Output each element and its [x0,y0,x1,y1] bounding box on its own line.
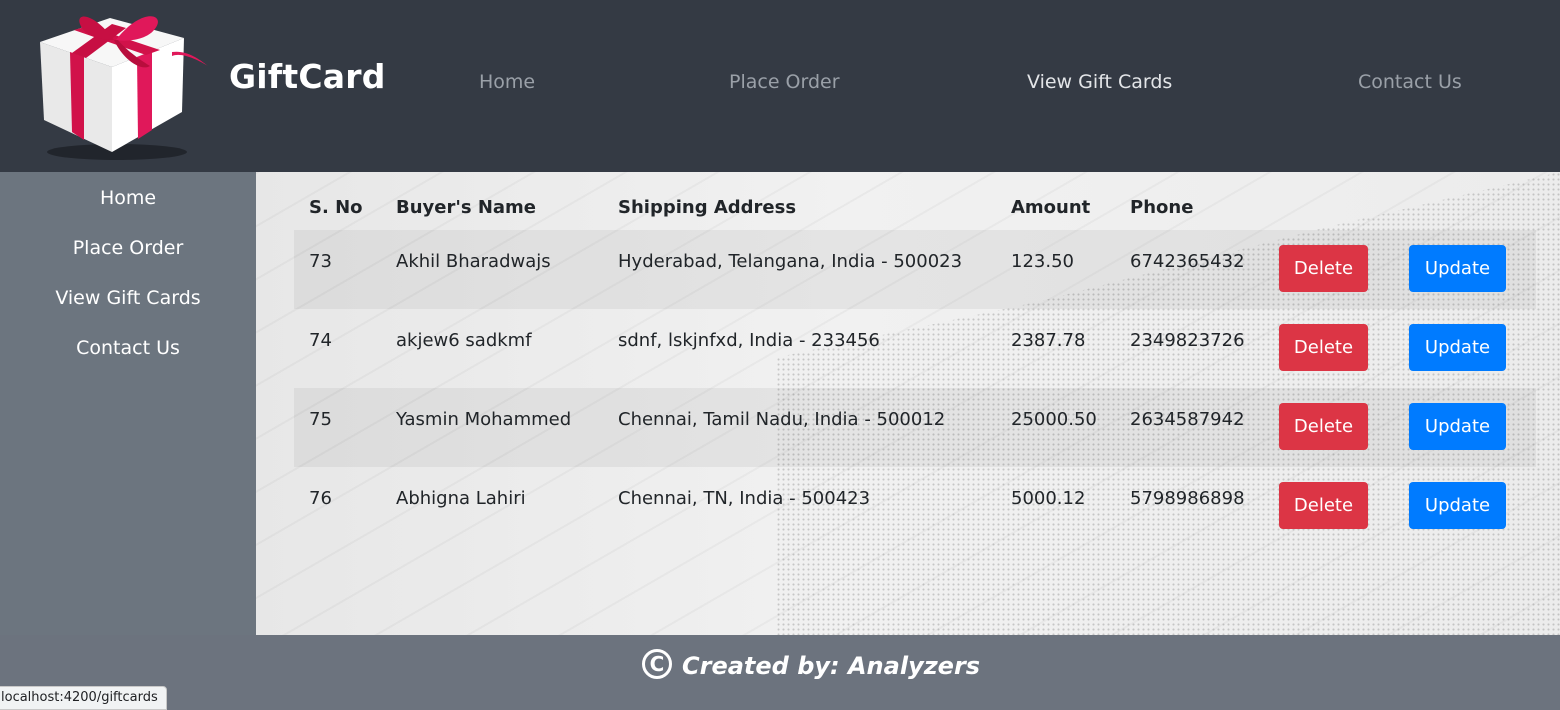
cell-delete: Delete [1264,309,1394,388]
column-header-update [1394,184,1536,230]
cell-phone: 5798986898 [1130,488,1245,509]
cell-delete: Delete [1264,388,1394,467]
update-button[interactable]: Update [1409,403,1506,450]
topnav-view-gift-cards[interactable]: View Gift Cards [1027,71,1172,93]
sidebar-item-view-gift-cards[interactable]: View Gift Cards [0,273,256,323]
column-header-amount: Amount [1011,196,1091,218]
cell-phone: 2634587942 [1115,388,1264,467]
status-bar-url: localhost:4200/giftcards [0,686,167,710]
sidebar: Home Place Order View Gift Cards Contact… [0,172,256,635]
cell-shipping-address: sdnf, lskjnfxd, India - 233456 [618,330,880,351]
main-content: S. No Buyer's Name Shipping Address Amou… [256,172,1560,635]
column-header-shipping-address: Shipping Address [618,196,797,218]
table-header-row: S. No Buyer's Name Shipping Address Amou… [294,184,1536,230]
update-button[interactable]: Update [1409,245,1506,292]
cell-shipping-address: Hyderabad, Telangana, India - 500023 [603,230,996,309]
column-header-delete [1264,184,1394,230]
topnav-home[interactable]: Home [479,71,535,93]
cell-buyer-name: Abhigna Lahiri [396,488,526,509]
cell-amount: 2387.78 [1011,330,1086,351]
top-navbar: GiftCard Home Place Order View Gift Card… [0,0,1560,172]
cell-amount: 25000.50 [996,388,1115,467]
sidebar-item-home[interactable]: Home [0,173,256,223]
cell-update: Update [1394,230,1536,309]
cell-phone: 2349823726 [1130,330,1245,351]
cell-shipping-address: Chennai, Tamil Nadu, India - 500012 [603,388,996,467]
topnav-contact-us[interactable]: Contact Us [1358,71,1462,93]
delete-button[interactable]: Delete [1279,324,1368,371]
column-header-sno: S. No [309,196,363,218]
cell-delete: Delete [1264,230,1394,309]
copyright-icon: C [642,649,672,679]
gift-cards-table: S. No Buyer's Name Shipping Address Amou… [294,184,1536,546]
update-button[interactable]: Update [1409,324,1506,371]
table-row: 73 Akhil Bharadwajs Hyderabad, Telangana… [294,230,1536,309]
cell-update: Update [1394,309,1536,388]
cell-delete: Delete [1264,467,1394,546]
delete-button[interactable]: Delete [1279,482,1368,529]
cell-sno: 73 [294,230,381,309]
delete-button[interactable]: Delete [1279,403,1368,450]
update-button[interactable]: Update [1409,482,1506,529]
column-header-buyer-name: Buyer's Name [396,196,537,218]
sidebar-item-place-order[interactable]: Place Order [0,223,256,273]
topnav-place-order[interactable]: Place Order [729,71,840,93]
sidebar-list: Home Place Order View Gift Cards Contact… [0,172,256,373]
table-row: 75 Yasmin Mohammed Chennai, Tamil Nadu, … [294,388,1536,467]
cell-update: Update [1394,388,1536,467]
cell-amount: 5000.12 [1011,488,1086,509]
cell-buyer-name: Yasmin Mohammed [381,388,603,467]
column-header-phone: Phone [1130,196,1194,218]
cell-buyer-name: Akhil Bharadwajs [381,230,603,309]
footer-credit: C Created by: Analyzers [642,649,981,682]
footer-text: Created by: Analyzers [682,652,981,680]
cell-amount: 123.50 [996,230,1115,309]
cell-sno: 76 [309,488,332,509]
gift-box-logo[interactable] [22,2,212,162]
table-row: 76 Abhigna Lahiri Chennai, TN, India - 5… [294,467,1536,546]
cell-sno: 74 [309,330,332,351]
delete-button[interactable]: Delete [1279,245,1368,292]
table-row: 74 akjew6 sadkmf sdnf, lskjnfxd, India -… [294,309,1536,388]
cell-phone: 6742365432 [1115,230,1264,309]
cell-shipping-address: Chennai, TN, India - 500423 [618,488,871,509]
cell-buyer-name: akjew6 sadkmf [396,330,532,351]
cell-sno: 75 [294,388,381,467]
cell-update: Update [1394,467,1536,546]
brand-name[interactable]: GiftCard [229,57,386,96]
sidebar-item-contact-us[interactable]: Contact Us [0,323,256,373]
